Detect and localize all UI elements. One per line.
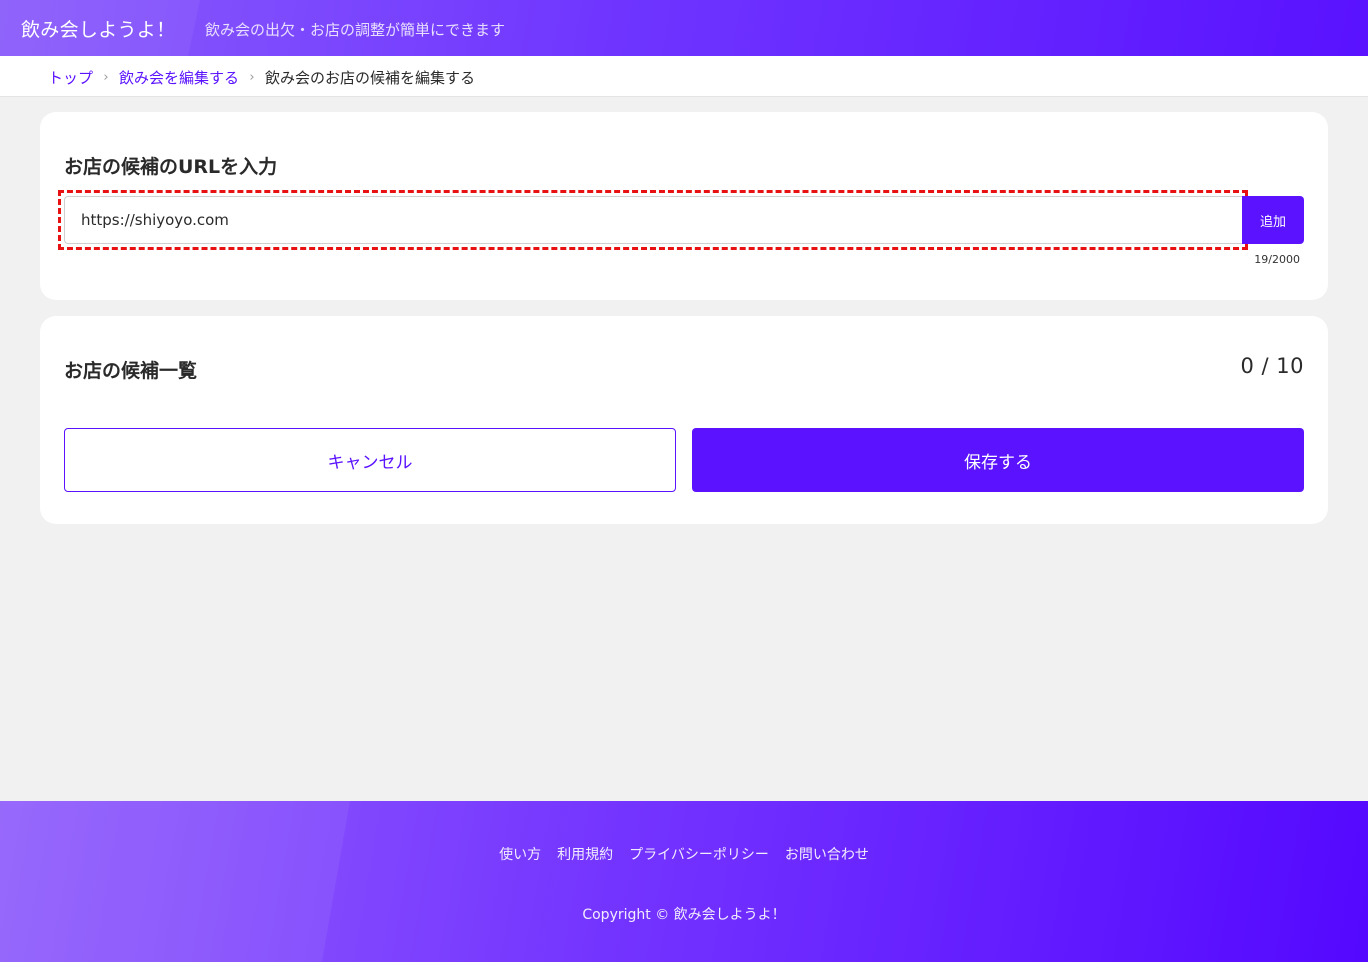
shop-url-input[interactable] [64, 196, 1244, 244]
copyright: Copyright © 飲み会しようよ！ [582, 907, 786, 923]
header-tagline: 飲み会の出欠・お店の調整が簡単にできます [205, 21, 506, 39]
brand-logo-link[interactable]: 飲み会しようよ！ [21, 15, 175, 42]
breadcrumb-bar: トップ › 飲み会を編集する › 飲み会のお店の候補を編集する [0, 56, 1368, 97]
url-section-title: お店の候補のURLを入力 [64, 156, 278, 178]
url-input-card: お店の候補のURLを入力 追加 19/2000 [40, 112, 1328, 300]
chevron-right-icon: › [249, 70, 255, 85]
app-header: 飲み会しようよ！ 飲み会の出欠・お店の調整が簡単にできます [0, 0, 1368, 56]
breadcrumb: トップ › 飲み会を編集する › 飲み会のお店の候補を編集する [48, 67, 475, 88]
footer-links: 使い方 利用規約 プライバシーポリシー お問い合わせ [0, 844, 1368, 864]
footer-link-terms[interactable]: 利用規約 [557, 844, 613, 864]
cancel-button[interactable]: キャンセル [64, 428, 676, 492]
shop-list-card: お店の候補一覧 0 / 10 キャンセル 保存する [40, 316, 1328, 524]
url-input-wrapper [64, 196, 1244, 244]
footer-decoration [0, 801, 350, 962]
shop-count: 0 / 10 [1240, 354, 1304, 378]
footer-link-privacy[interactable]: プライバシーポリシー [629, 844, 769, 864]
breadcrumb-link-edit-event[interactable]: 飲み会を編集する [119, 67, 239, 88]
add-url-button[interactable]: 追加 [1242, 196, 1304, 244]
chevron-right-icon: › [103, 70, 109, 85]
breadcrumb-current: 飲み会のお店の候補を編集する [265, 69, 476, 87]
char-counter: 19/2000 [1254, 253, 1300, 266]
app-footer: 使い方 利用規約 プライバシーポリシー お問い合わせ Copyright © 飲… [0, 801, 1368, 962]
breadcrumb-link-top[interactable]: トップ [48, 67, 93, 88]
footer-link-how-to-use[interactable]: 使い方 [499, 844, 541, 864]
footer-link-contact[interactable]: お問い合わせ [785, 844, 869, 864]
shop-list-title: お店の候補一覧 [64, 360, 198, 382]
save-button[interactable]: 保存する [692, 428, 1304, 492]
